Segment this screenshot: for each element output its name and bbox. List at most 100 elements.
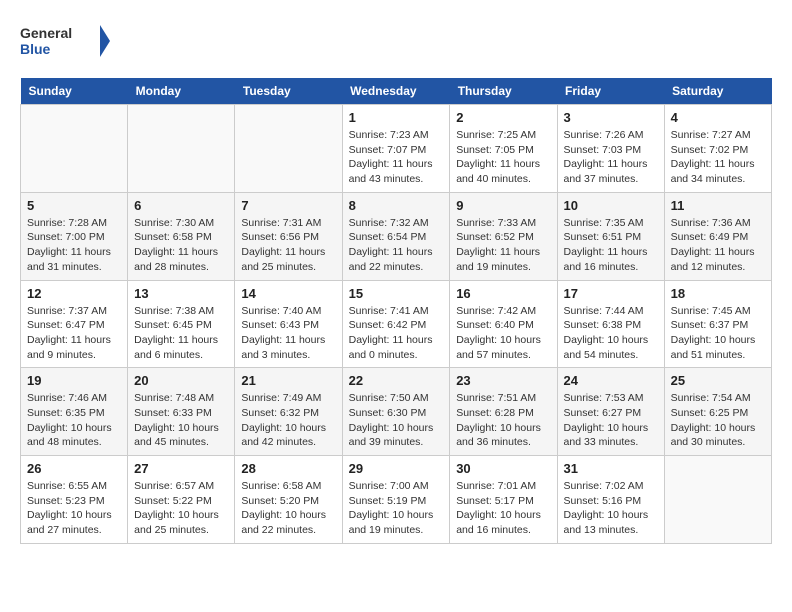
calendar-cell: 6 Sunrise: 7:30 AM Sunset: 6:58 PM Daylig… bbox=[128, 192, 235, 280]
calendar-cell: 7 Sunrise: 7:31 AM Sunset: 6:56 PM Daylig… bbox=[235, 192, 342, 280]
day-info: Sunrise: 6:58 AM Sunset: 5:20 PM Dayligh… bbox=[241, 479, 335, 538]
calendar-cell: 30 Sunrise: 7:01 AM Sunset: 5:17 PM Dayli… bbox=[450, 456, 557, 544]
day-info: Sunrise: 6:55 AM Sunset: 5:23 PM Dayligh… bbox=[27, 479, 121, 538]
calendar-cell: 15Sunrise: 7:41 AM Sunset: 6:42 PM Dayli… bbox=[342, 280, 450, 368]
day-info: Sunrise: 7:00 AM Sunset: 5:19 PM Dayligh… bbox=[349, 479, 444, 538]
day-info: Sunrise: 7:51 AM Sunset: 6:28 PM Dayligh… bbox=[456, 391, 550, 450]
day-info: Sunrise: 7:26 AM Sunset: 7:03 PM Dayligh… bbox=[564, 128, 658, 187]
day-info: Sunrise: 7:33 AM Sunset: 6:52 PM Dayligh… bbox=[456, 216, 550, 275]
day-info: Sunrise: 7:31 AM Sunset: 6:56 PM Dayligh… bbox=[241, 216, 335, 275]
calendar-week-row: 26 Sunrise: 6:55 AM Sunset: 5:23 PM Dayli… bbox=[21, 456, 772, 544]
calendar-week-row: 1Sunrise: 7:23 AM Sunset: 7:07 PM Daylig… bbox=[21, 105, 772, 193]
day-info: Sunrise: 7:35 AM Sunset: 6:51 PM Dayligh… bbox=[564, 216, 658, 275]
day-info: Sunrise: 7:41 AM Sunset: 6:42 PM Dayligh… bbox=[349, 304, 444, 363]
day-info: Sunrise: 6:57 AM Sunset: 5:22 PM Dayligh… bbox=[134, 479, 228, 538]
day-number: 12 bbox=[27, 286, 121, 301]
day-info: Sunrise: 7:49 AM Sunset: 6:32 PM Dayligh… bbox=[241, 391, 335, 450]
day-number: 16 bbox=[456, 286, 550, 301]
weekday-header: Saturday bbox=[664, 78, 771, 105]
weekday-header: Tuesday bbox=[235, 78, 342, 105]
day-info: Sunrise: 7:02 AM Sunset: 5:16 PM Dayligh… bbox=[564, 479, 658, 538]
day-info: Sunrise: 7:36 AM Sunset: 6:49 PM Dayligh… bbox=[671, 216, 765, 275]
logo: General Blue bbox=[20, 20, 110, 62]
calendar-cell: 2 Sunrise: 7:25 AM Sunset: 7:05 PM Daylig… bbox=[450, 105, 557, 193]
day-number: 31 bbox=[564, 461, 658, 476]
day-info: Sunrise: 7:37 AM Sunset: 6:47 PM Dayligh… bbox=[27, 304, 121, 363]
logo-svg: General Blue bbox=[20, 20, 110, 62]
calendar-cell bbox=[128, 105, 235, 193]
calendar-cell: 31 Sunrise: 7:02 AM Sunset: 5:16 PM Dayli… bbox=[557, 456, 664, 544]
day-info: Sunrise: 7:28 AM Sunset: 7:00 PM Dayligh… bbox=[27, 216, 121, 275]
weekday-header: Thursday bbox=[450, 78, 557, 105]
day-number: 21 bbox=[241, 373, 335, 388]
day-number: 18 bbox=[671, 286, 765, 301]
calendar-cell: 23 Sunrise: 7:51 AM Sunset: 6:28 PM Dayli… bbox=[450, 368, 557, 456]
day-number: 6 bbox=[134, 198, 228, 213]
calendar-cell: 17 Sunrise: 7:44 AM Sunset: 6:38 PM Dayli… bbox=[557, 280, 664, 368]
svg-text:Blue: Blue bbox=[20, 41, 51, 57]
weekday-header: Friday bbox=[557, 78, 664, 105]
calendar-cell: 8 Sunrise: 7:32 AM Sunset: 6:54 PM Daylig… bbox=[342, 192, 450, 280]
day-number: 20 bbox=[134, 373, 228, 388]
day-number: 17 bbox=[564, 286, 658, 301]
day-info: Sunrise: 7:44 AM Sunset: 6:38 PM Dayligh… bbox=[564, 304, 658, 363]
day-info: Sunrise: 7:40 AM Sunset: 6:43 PM Dayligh… bbox=[241, 304, 335, 363]
day-number: 5 bbox=[27, 198, 121, 213]
calendar-cell: 25Sunrise: 7:54 AM Sunset: 6:25 PM Dayli… bbox=[664, 368, 771, 456]
day-number: 23 bbox=[456, 373, 550, 388]
calendar-cell: 28Sunrise: 6:58 AM Sunset: 5:20 PM Dayli… bbox=[235, 456, 342, 544]
calendar-cell: 4Sunrise: 7:27 AM Sunset: 7:02 PM Daylig… bbox=[664, 105, 771, 193]
day-info: Sunrise: 7:45 AM Sunset: 6:37 PM Dayligh… bbox=[671, 304, 765, 363]
calendar-cell: 13Sunrise: 7:38 AM Sunset: 6:45 PM Dayli… bbox=[128, 280, 235, 368]
day-number: 11 bbox=[671, 198, 765, 213]
day-info: Sunrise: 7:54 AM Sunset: 6:25 PM Dayligh… bbox=[671, 391, 765, 450]
calendar-cell bbox=[664, 456, 771, 544]
calendar-header-row: SundayMondayTuesdayWednesdayThursdayFrid… bbox=[21, 78, 772, 105]
calendar-cell: 27Sunrise: 6:57 AM Sunset: 5:22 PM Dayli… bbox=[128, 456, 235, 544]
day-number: 26 bbox=[27, 461, 121, 476]
weekday-header: Monday bbox=[128, 78, 235, 105]
calendar-table: SundayMondayTuesdayWednesdayThursdayFrid… bbox=[20, 78, 772, 544]
calendar-cell: 12 Sunrise: 7:37 AM Sunset: 6:47 PM Dayli… bbox=[21, 280, 128, 368]
day-number: 9 bbox=[456, 198, 550, 213]
calendar-cell: 26 Sunrise: 6:55 AM Sunset: 5:23 PM Dayli… bbox=[21, 456, 128, 544]
day-number: 7 bbox=[241, 198, 335, 213]
day-info: Sunrise: 7:53 AM Sunset: 6:27 PM Dayligh… bbox=[564, 391, 658, 450]
calendar-week-row: 19Sunrise: 7:46 AM Sunset: 6:35 PM Dayli… bbox=[21, 368, 772, 456]
day-info: Sunrise: 7:27 AM Sunset: 7:02 PM Dayligh… bbox=[671, 128, 765, 187]
day-number: 3 bbox=[564, 110, 658, 125]
calendar-cell: 22Sunrise: 7:50 AM Sunset: 6:30 PM Dayli… bbox=[342, 368, 450, 456]
day-info: Sunrise: 7:32 AM Sunset: 6:54 PM Dayligh… bbox=[349, 216, 444, 275]
day-info: Sunrise: 7:25 AM Sunset: 7:05 PM Dayligh… bbox=[456, 128, 550, 187]
weekday-header: Sunday bbox=[21, 78, 128, 105]
day-info: Sunrise: 7:42 AM Sunset: 6:40 PM Dayligh… bbox=[456, 304, 550, 363]
calendar-cell bbox=[21, 105, 128, 193]
calendar-cell: 18 Sunrise: 7:45 AM Sunset: 6:37 PM Dayli… bbox=[664, 280, 771, 368]
page-header: General Blue bbox=[20, 20, 772, 62]
calendar-cell: 3 Sunrise: 7:26 AM Sunset: 7:03 PM Daylig… bbox=[557, 105, 664, 193]
day-number: 10 bbox=[564, 198, 658, 213]
day-number: 13 bbox=[134, 286, 228, 301]
calendar-cell: 16 Sunrise: 7:42 AM Sunset: 6:40 PM Dayli… bbox=[450, 280, 557, 368]
day-number: 2 bbox=[456, 110, 550, 125]
day-number: 8 bbox=[349, 198, 444, 213]
day-info: Sunrise: 7:01 AM Sunset: 5:17 PM Dayligh… bbox=[456, 479, 550, 538]
calendar-cell: 19Sunrise: 7:46 AM Sunset: 6:35 PM Dayli… bbox=[21, 368, 128, 456]
calendar-cell: 10 Sunrise: 7:35 AM Sunset: 6:51 PM Dayli… bbox=[557, 192, 664, 280]
day-info: Sunrise: 7:50 AM Sunset: 6:30 PM Dayligh… bbox=[349, 391, 444, 450]
day-info: Sunrise: 7:23 AM Sunset: 7:07 PM Dayligh… bbox=[349, 128, 444, 187]
day-number: 14 bbox=[241, 286, 335, 301]
day-number: 29 bbox=[349, 461, 444, 476]
calendar-week-row: 5 Sunrise: 7:28 AM Sunset: 7:00 PM Daylig… bbox=[21, 192, 772, 280]
calendar-week-row: 12 Sunrise: 7:37 AM Sunset: 6:47 PM Dayli… bbox=[21, 280, 772, 368]
calendar-cell: 29 Sunrise: 7:00 AM Sunset: 5:19 PM Dayli… bbox=[342, 456, 450, 544]
calendar-cell: 9 Sunrise: 7:33 AM Sunset: 6:52 PM Daylig… bbox=[450, 192, 557, 280]
calendar-cell: 11 Sunrise: 7:36 AM Sunset: 6:49 PM Dayli… bbox=[664, 192, 771, 280]
day-number: 30 bbox=[456, 461, 550, 476]
day-info: Sunrise: 7:30 AM Sunset: 6:58 PM Dayligh… bbox=[134, 216, 228, 275]
calendar-cell bbox=[235, 105, 342, 193]
calendar-cell: 21 Sunrise: 7:49 AM Sunset: 6:32 PM Dayli… bbox=[235, 368, 342, 456]
calendar-cell: 24 Sunrise: 7:53 AM Sunset: 6:27 PM Dayli… bbox=[557, 368, 664, 456]
day-info: Sunrise: 7:48 AM Sunset: 6:33 PM Dayligh… bbox=[134, 391, 228, 450]
day-number: 24 bbox=[564, 373, 658, 388]
